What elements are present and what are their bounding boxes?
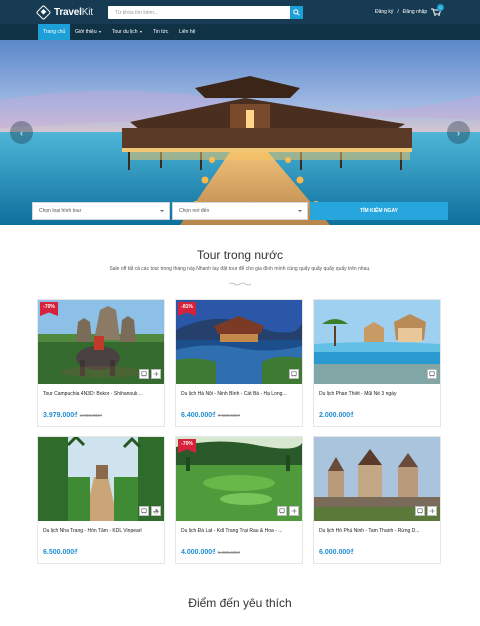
- old-price: 7.900.000₫: [217, 413, 241, 418]
- hero-image: [0, 40, 480, 225]
- tour-name[interactable]: Du lịch Đà Lạt - Kdl Trang Trại Rau & Ho…: [181, 528, 299, 534]
- tour-card[interactable]: -70% Tour Campuchia 4N3D: Bokor - Shihan…: [37, 299, 165, 427]
- nav-contact[interactable]: Liên hệ: [174, 24, 200, 40]
- domestic-section-title: Tour trong nước: [197, 248, 283, 262]
- tour-search-bar: Chọn loại hình tour Chọn nơi đến TÌM KIẾ…: [32, 202, 448, 220]
- tour-price: 6.000.000₫: [319, 549, 354, 556]
- destination-select[interactable]: Chọn nơi đến: [172, 202, 308, 220]
- auth-links: Đăng ký / Đăng nhập: [375, 9, 427, 15]
- nav-about[interactable]: Giới thiệu: [70, 24, 106, 40]
- chevron-down-icon: [139, 30, 142, 33]
- logo[interactable]: TravelKit: [35, 4, 93, 20]
- chevron-down-icon: [160, 210, 164, 212]
- tour-name[interactable]: Du lịch Phan Thiết - Mũi Né 3 ngày: [319, 391, 437, 397]
- tour-type-select[interactable]: Chọn loại hình tour: [32, 202, 170, 220]
- hero-prev-button[interactable]: ‹: [10, 121, 33, 144]
- chevron-down-icon: [98, 30, 101, 33]
- search-box: [108, 6, 303, 19]
- header: TravelKit Đăng ký / Đăng nhập 0: [0, 0, 480, 24]
- tour-price: 3.979.000₫ 4.990.000₫: [43, 412, 103, 419]
- hero-next-button[interactable]: ›: [447, 121, 470, 144]
- tour-price: 4.000.000₫ 5.000.000₫: [181, 549, 241, 556]
- ship-icon: [151, 506, 161, 516]
- tour-price: 6.500.000₫: [43, 549, 78, 556]
- nav-tours[interactable]: Tour du lịch: [107, 24, 147, 40]
- search-button[interactable]: [290, 6, 303, 19]
- chevron-right-icon: ›: [457, 127, 460, 138]
- hero-banner: ‹ ›: [0, 40, 480, 225]
- wave-divider-icon: [229, 282, 251, 286]
- tour-image[interactable]: [314, 300, 440, 384]
- chevron-left-icon: ‹: [20, 127, 23, 138]
- chevron-down-icon: [298, 210, 302, 212]
- bus-icon: [415, 506, 425, 516]
- tour-card[interactable]: -70% Du lịch Đà Lạt - Kdl Trang Trại Rau…: [175, 436, 303, 564]
- tour-card[interactable]: Du lịch Nha Trang - Hòn Tằm - KDL Vinpea…: [37, 436, 165, 564]
- tour-name[interactable]: Du lịch Hà Nội - Ninh Bình - Cát Bà - Hạ…: [181, 391, 299, 397]
- bus-icon: [427, 369, 437, 379]
- main-nav: Trang chủ Giới thiệu Tour du lịch Tin tứ…: [0, 24, 480, 40]
- tour-card[interactable]: Du lịch Hồ Phú Ninh - Tam Thanh - Rừng D…: [313, 436, 441, 564]
- tour-card[interactable]: Du lịch Phan Thiết - Mũi Né 3 ngày 2.000…: [313, 299, 441, 427]
- nav-home[interactable]: Trang chủ: [38, 24, 71, 40]
- search-input[interactable]: [108, 6, 290, 19]
- nav-news[interactable]: Tin tức: [148, 24, 173, 40]
- tour-price: 2.000.000₫: [319, 412, 354, 419]
- domestic-section-subtitle: Sale off tất cả các tour trong tháng này…: [109, 266, 371, 272]
- tour-price: 6.400.000₫ 7.900.000₫: [181, 412, 241, 419]
- old-price: 4.990.000₫: [79, 413, 103, 418]
- tour-name[interactable]: Du lịch Nha Trang - Hòn Tằm - KDL Vinpea…: [43, 528, 161, 534]
- bus-icon: [139, 369, 149, 379]
- featured-section-title: Điểm đến yêu thích: [188, 596, 292, 610]
- bus-icon: [289, 369, 299, 379]
- auth-separator: /: [397, 9, 399, 15]
- tour-name[interactable]: Tour Campuchia 4N3D: Bokor - Shihanouk .…: [43, 391, 161, 397]
- logo-icon: [35, 4, 52, 20]
- bus-icon: [139, 506, 149, 516]
- plane-icon: [427, 506, 437, 516]
- bus-icon: [277, 506, 287, 516]
- tour-name[interactable]: Du lịch Hồ Phú Ninh - Tam Thanh - Rừng D…: [319, 528, 437, 534]
- old-price: 5.000.000₫: [217, 550, 241, 555]
- plane-icon: [289, 506, 299, 516]
- register-link[interactable]: Đăng ký: [375, 9, 393, 15]
- search-now-button[interactable]: TÌM KIẾM NGAY: [310, 202, 448, 220]
- plane-icon: [151, 369, 161, 379]
- search-icon: [293, 9, 300, 16]
- tour-card[interactable]: -81% Du lịch Hà Nội - Ninh Bình - Cát Bà…: [175, 299, 303, 427]
- cart-count-badge: 0: [437, 4, 444, 11]
- login-link[interactable]: Đăng nhập: [403, 9, 427, 15]
